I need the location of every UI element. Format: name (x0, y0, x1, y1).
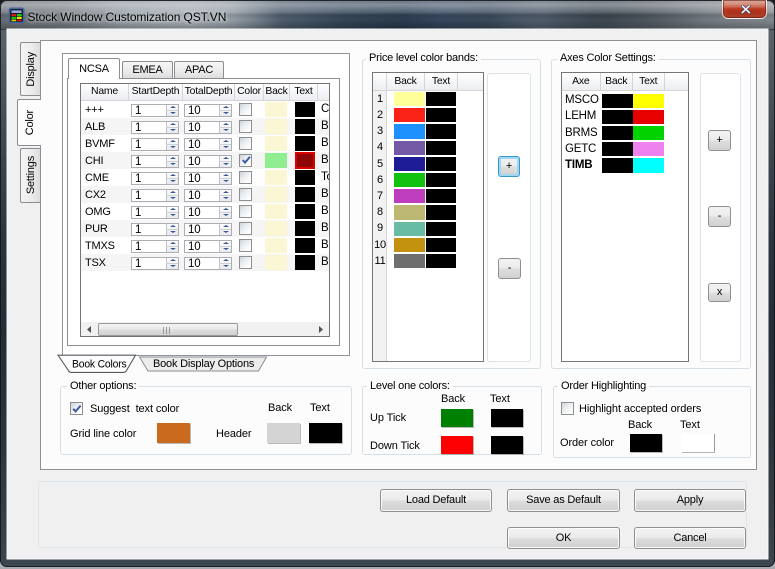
svg-text:Book Colors: Book Colors (72, 359, 127, 371)
svg-text:Book Display Options: Book Display Options (153, 358, 255, 370)
